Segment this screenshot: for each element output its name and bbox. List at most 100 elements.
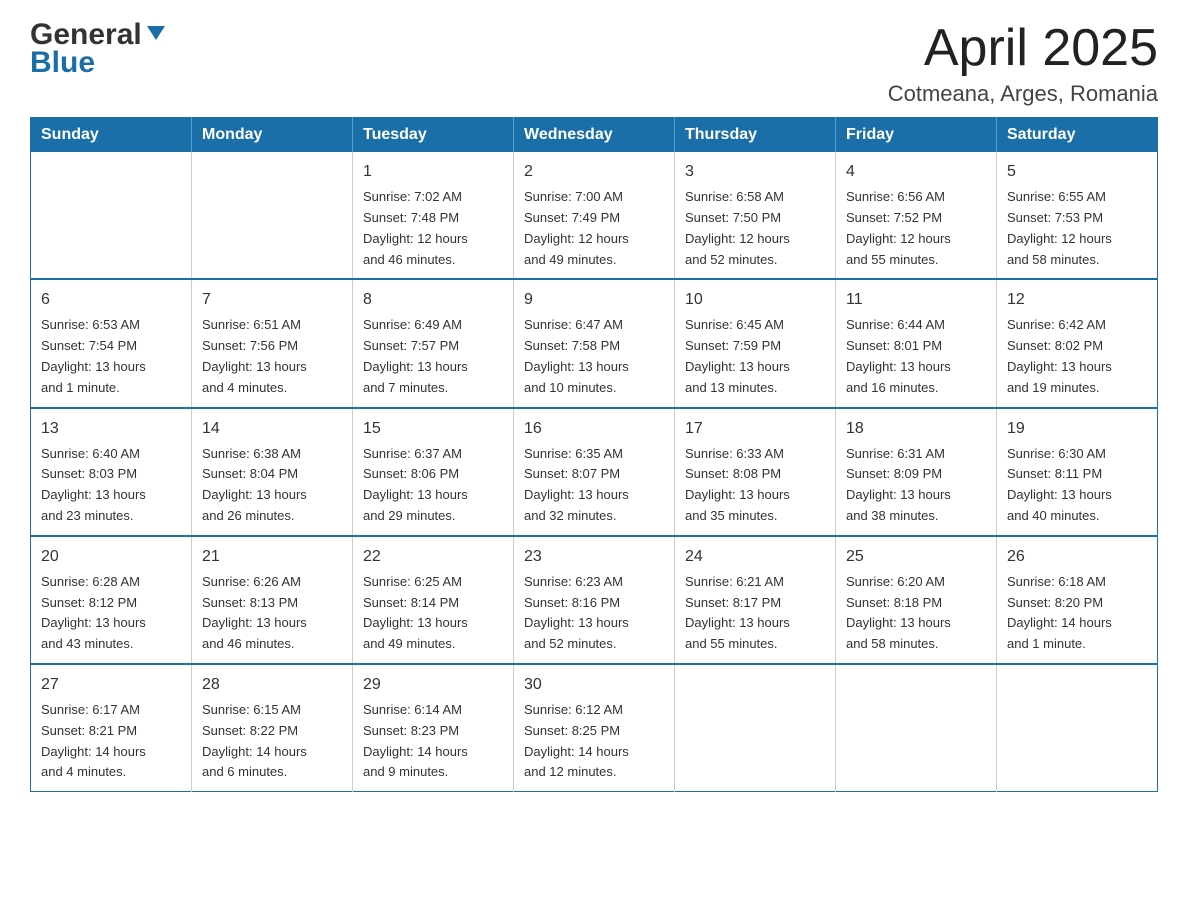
calendar-day-cell: 19 Sunrise: 6:30 AM Sunset: 8:11 PM Dayli… — [997, 408, 1158, 536]
day-info: Sunrise: 6:28 AM Sunset: 8:12 PM Dayligh… — [41, 572, 181, 655]
day-number: 16 — [524, 417, 664, 441]
day-info: Sunrise: 6:56 AM Sunset: 7:52 PM Dayligh… — [846, 187, 986, 270]
calendar-body: 1Sunrise: 7:02 AM Sunset: 7:48 PM Daylig… — [31, 152, 1158, 791]
calendar-day-cell: 6 Sunrise: 6:53 AM Sunset: 7:54 PM Daylig… — [31, 279, 192, 407]
calendar-header-cell: Wednesday — [514, 118, 675, 153]
day-number: 11 — [846, 288, 986, 312]
title-block: April 2025 Cotmeana, Arges, Romania — [888, 20, 1158, 107]
calendar-header-cell: Tuesday — [353, 118, 514, 153]
calendar-day-cell — [31, 152, 192, 279]
day-number: 7 — [202, 288, 342, 312]
day-info: Sunrise: 6:55 AM Sunset: 7:53 PM Dayligh… — [1007, 187, 1147, 270]
day-number: 17 — [685, 417, 825, 441]
calendar-day-cell: 18 Sunrise: 6:31 AM Sunset: 8:09 PM Dayli… — [836, 408, 997, 536]
calendar-day-cell: 10 Sunrise: 6:45 AM Sunset: 7:59 PM Dayli… — [675, 279, 836, 407]
calendar-table: SundayMondayTuesdayWednesdayThursdayFrid… — [30, 117, 1158, 792]
day-number: 30 — [524, 673, 664, 697]
logo-arrow-icon — [145, 20, 167, 50]
day-number: 10 — [685, 288, 825, 312]
calendar-day-cell: 30Sunrise: 6:12 AM Sunset: 8:25 PM Dayli… — [514, 664, 675, 792]
day-info: Sunrise: 6:20 AM Sunset: 8:18 PM Dayligh… — [846, 572, 986, 655]
day-number: 25 — [846, 545, 986, 569]
day-number: 15 — [363, 417, 503, 441]
day-info: Sunrise: 6:45 AM Sunset: 7:59 PM Dayligh… — [685, 315, 825, 398]
day-number: 29 — [363, 673, 503, 697]
calendar-day-cell: 9 Sunrise: 6:47 AM Sunset: 7:58 PM Daylig… — [514, 279, 675, 407]
calendar-header-row: SundayMondayTuesdayWednesdayThursdayFrid… — [31, 118, 1158, 153]
day-number: 9 — [524, 288, 664, 312]
day-number: 28 — [202, 673, 342, 697]
day-number: 19 — [1007, 417, 1147, 441]
day-number: 20 — [41, 545, 181, 569]
calendar-day-cell: 12Sunrise: 6:42 AM Sunset: 8:02 PM Dayli… — [997, 279, 1158, 407]
day-number: 6 — [41, 288, 181, 312]
day-info: Sunrise: 6:21 AM Sunset: 8:17 PM Dayligh… — [685, 572, 825, 655]
calendar-week-row: 20 Sunrise: 6:28 AM Sunset: 8:12 PM Dayli… — [31, 536, 1158, 664]
calendar-day-cell — [192, 152, 353, 279]
page-header: General Blue April 2025 Cotmeana, Arges,… — [30, 20, 1158, 107]
day-info: Sunrise: 6:37 AM Sunset: 8:06 PM Dayligh… — [363, 444, 503, 527]
calendar-day-cell: 14 Sunrise: 6:38 AM Sunset: 8:04 PM Dayli… — [192, 408, 353, 536]
day-info: Sunrise: 6:40 AM Sunset: 8:03 PM Dayligh… — [41, 444, 181, 527]
calendar-day-cell — [675, 664, 836, 792]
day-number: 26 — [1007, 545, 1147, 569]
day-info: Sunrise: 6:49 AM Sunset: 7:57 PM Dayligh… — [363, 315, 503, 398]
day-number: 21 — [202, 545, 342, 569]
day-number: 5 — [1007, 160, 1147, 184]
calendar-day-cell — [836, 664, 997, 792]
day-number: 23 — [524, 545, 664, 569]
day-info: Sunrise: 6:44 AM Sunset: 8:01 PM Dayligh… — [846, 315, 986, 398]
day-number: 1 — [363, 160, 503, 184]
day-info: Sunrise: 6:51 AM Sunset: 7:56 PM Dayligh… — [202, 315, 342, 398]
day-info: Sunrise: 6:18 AM Sunset: 8:20 PM Dayligh… — [1007, 572, 1147, 655]
day-number: 14 — [202, 417, 342, 441]
calendar-header: SundayMondayTuesdayWednesdayThursdayFrid… — [31, 118, 1158, 153]
day-info: Sunrise: 6:53 AM Sunset: 7:54 PM Dayligh… — [41, 315, 181, 398]
day-number: 3 — [685, 160, 825, 184]
day-info: Sunrise: 6:42 AM Sunset: 8:02 PM Dayligh… — [1007, 315, 1147, 398]
day-number: 18 — [846, 417, 986, 441]
calendar-day-cell: 4Sunrise: 6:56 AM Sunset: 7:52 PM Daylig… — [836, 152, 997, 279]
day-info: Sunrise: 6:31 AM Sunset: 8:09 PM Dayligh… — [846, 444, 986, 527]
day-info: Sunrise: 6:17 AM Sunset: 8:21 PM Dayligh… — [41, 700, 181, 783]
calendar-day-cell: 3 Sunrise: 6:58 AM Sunset: 7:50 PM Daylig… — [675, 152, 836, 279]
calendar-week-row: 13 Sunrise: 6:40 AM Sunset: 8:03 PM Dayli… — [31, 408, 1158, 536]
calendar-header-cell: Sunday — [31, 118, 192, 153]
calendar-day-cell: 13 Sunrise: 6:40 AM Sunset: 8:03 PM Dayli… — [31, 408, 192, 536]
calendar-week-row: 1Sunrise: 7:02 AM Sunset: 7:48 PM Daylig… — [31, 152, 1158, 279]
day-number: 13 — [41, 417, 181, 441]
calendar-day-cell: 29Sunrise: 6:14 AM Sunset: 8:23 PM Dayli… — [353, 664, 514, 792]
calendar-day-cell — [997, 664, 1158, 792]
day-info: Sunrise: 6:30 AM Sunset: 8:11 PM Dayligh… — [1007, 444, 1147, 527]
calendar-day-cell: 1Sunrise: 7:02 AM Sunset: 7:48 PM Daylig… — [353, 152, 514, 279]
calendar-day-cell: 17Sunrise: 6:33 AM Sunset: 8:08 PM Dayli… — [675, 408, 836, 536]
calendar-header-cell: Friday — [836, 118, 997, 153]
page-subtitle: Cotmeana, Arges, Romania — [888, 81, 1158, 107]
logo-blue-text: Blue — [30, 48, 167, 78]
day-info: Sunrise: 6:26 AM Sunset: 8:13 PM Dayligh… — [202, 572, 342, 655]
calendar-day-cell: 2Sunrise: 7:00 AM Sunset: 7:49 PM Daylig… — [514, 152, 675, 279]
calendar-day-cell: 25 Sunrise: 6:20 AM Sunset: 8:18 PM Dayli… — [836, 536, 997, 664]
calendar-day-cell: 20 Sunrise: 6:28 AM Sunset: 8:12 PM Dayli… — [31, 536, 192, 664]
calendar-week-row: 27 Sunrise: 6:17 AM Sunset: 8:21 PM Dayli… — [31, 664, 1158, 792]
day-info: Sunrise: 6:47 AM Sunset: 7:58 PM Dayligh… — [524, 315, 664, 398]
day-info: Sunrise: 6:38 AM Sunset: 8:04 PM Dayligh… — [202, 444, 342, 527]
calendar-day-cell: 26 Sunrise: 6:18 AM Sunset: 8:20 PM Dayli… — [997, 536, 1158, 664]
day-number: 22 — [363, 545, 503, 569]
calendar-header-cell: Monday — [192, 118, 353, 153]
calendar-header-cell: Saturday — [997, 118, 1158, 153]
calendar-day-cell: 11 Sunrise: 6:44 AM Sunset: 8:01 PM Dayli… — [836, 279, 997, 407]
day-info: Sunrise: 6:58 AM Sunset: 7:50 PM Dayligh… — [685, 187, 825, 270]
calendar-day-cell: 21 Sunrise: 6:26 AM Sunset: 8:13 PM Dayli… — [192, 536, 353, 664]
page-title: April 2025 — [888, 20, 1158, 77]
day-number: 27 — [41, 673, 181, 697]
day-info: Sunrise: 6:23 AM Sunset: 8:16 PM Dayligh… — [524, 572, 664, 655]
day-info: Sunrise: 6:35 AM Sunset: 8:07 PM Dayligh… — [524, 444, 664, 527]
day-number: 24 — [685, 545, 825, 569]
calendar-day-cell: 5 Sunrise: 6:55 AM Sunset: 7:53 PM Daylig… — [997, 152, 1158, 279]
calendar-header-cell: Thursday — [675, 118, 836, 153]
logo: General Blue — [30, 20, 167, 78]
calendar-week-row: 6 Sunrise: 6:53 AM Sunset: 7:54 PM Daylig… — [31, 279, 1158, 407]
calendar-day-cell: 27 Sunrise: 6:17 AM Sunset: 8:21 PM Dayli… — [31, 664, 192, 792]
calendar-day-cell: 24 Sunrise: 6:21 AM Sunset: 8:17 PM Dayli… — [675, 536, 836, 664]
